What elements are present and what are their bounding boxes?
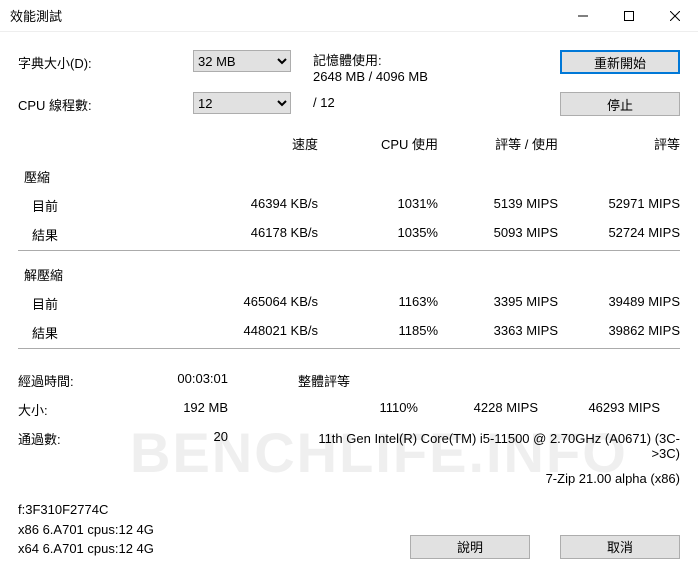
cell-rating: 39489 MIPS: [558, 294, 680, 313]
sys-line-3: x64 6.A701 cpus:12 4G: [18, 539, 410, 559]
row-label: 目前: [18, 196, 178, 215]
cell-speed: 46178 KB/s: [178, 225, 318, 244]
cell-rate: 3363 MIPS: [438, 323, 558, 342]
cell-rate: 3395 MIPS: [438, 294, 558, 313]
system-info: f:3F310F2774C x86 6.A701 cpus:12 4G x64 …: [18, 500, 410, 559]
size-value: 192 MB: [148, 400, 228, 419]
overall-rating: 46293 MIPS: [538, 400, 660, 415]
divider: [18, 348, 680, 349]
passes-value: 20: [148, 429, 228, 448]
table-row: 結果 46178 KB/s 1035% 5093 MIPS 52724 MIPS: [18, 225, 680, 244]
cell-cpu: 1163%: [318, 294, 438, 313]
size-label: 大小:: [18, 400, 148, 419]
memory-label: 記憶體使用:: [313, 50, 558, 69]
cell-rating: 52971 MIPS: [558, 196, 680, 215]
memory-value: 2648 MB / 4096 MB: [313, 69, 558, 84]
cpu-info-text: 11th Gen Intel(R) Core(TM) i5-11500 @ 2.…: [298, 431, 680, 461]
threads-total: / 12: [291, 92, 558, 110]
elapsed-value: 00:03:01: [148, 371, 228, 390]
cell-rate: 5093 MIPS: [438, 225, 558, 244]
zip-info-text: 7-Zip 21.00 alpha (x86): [298, 471, 680, 486]
row-label: 結果: [18, 225, 178, 244]
row-label: 結果: [18, 323, 178, 342]
divider: [18, 250, 680, 251]
elapsed-label: 經過時間:: [18, 371, 148, 390]
decompress-section-label: 解壓縮: [18, 265, 680, 284]
cell-rating: 39862 MIPS: [558, 323, 680, 342]
cell-cpu: 1185%: [318, 323, 438, 342]
help-button[interactable]: 說明: [410, 535, 530, 559]
cancel-button[interactable]: 取消: [560, 535, 680, 559]
cell-cpu: 1035%: [318, 225, 438, 244]
overall-cpu: 1110%: [298, 400, 418, 415]
cell-rate: 5139 MIPS: [438, 196, 558, 215]
stop-button[interactable]: 停止: [560, 92, 680, 116]
cell-speed: 46394 KB/s: [178, 196, 318, 215]
overall-label: 整體評等: [298, 371, 680, 390]
benchmark-table: 速度 CPU 使用 評等 / 使用 評等 壓縮 目前 46394 KB/s 10…: [18, 134, 680, 349]
sys-line-2: x86 6.A701 cpus:12 4G: [18, 520, 410, 540]
minimize-button[interactable]: [560, 0, 606, 32]
col-cpu: CPU 使用: [318, 134, 438, 153]
cell-cpu: 1031%: [318, 196, 438, 215]
dict-size-select[interactable]: 32 MB: [193, 50, 291, 72]
threads-select[interactable]: 12: [193, 92, 291, 114]
overall-rate: 4228 MIPS: [418, 400, 538, 415]
cell-speed: 465064 KB/s: [178, 294, 318, 313]
sys-line-1: f:3F310F2774C: [18, 500, 410, 520]
table-row: 目前 46394 KB/s 1031% 5139 MIPS 52971 MIPS: [18, 196, 680, 215]
table-row: 目前 465064 KB/s 1163% 3395 MIPS 39489 MIP…: [18, 294, 680, 313]
window-title: 效能測試: [10, 6, 560, 25]
table-row: 結果 448021 KB/s 1185% 3363 MIPS 39862 MIP…: [18, 323, 680, 342]
restart-button[interactable]: 重新開始: [560, 50, 680, 74]
close-button[interactable]: [652, 0, 698, 32]
compress-section-label: 壓縮: [18, 167, 680, 186]
col-speed: 速度: [178, 134, 318, 153]
threads-label: CPU 線程數:: [18, 92, 193, 114]
overall-row: 1110% 4228 MIPS 46293 MIPS: [298, 400, 680, 415]
row-label: 目前: [18, 294, 178, 313]
cell-rating: 52724 MIPS: [558, 225, 680, 244]
maximize-button[interactable]: [606, 0, 652, 32]
col-rate: 評等 / 使用: [438, 134, 558, 153]
col-rating: 評等: [558, 134, 680, 153]
passes-label: 通過數:: [18, 429, 148, 448]
titlebar: 效能測試: [0, 0, 698, 32]
dict-size-label: 字典大小(D):: [18, 50, 193, 72]
cell-speed: 448021 KB/s: [178, 323, 318, 342]
